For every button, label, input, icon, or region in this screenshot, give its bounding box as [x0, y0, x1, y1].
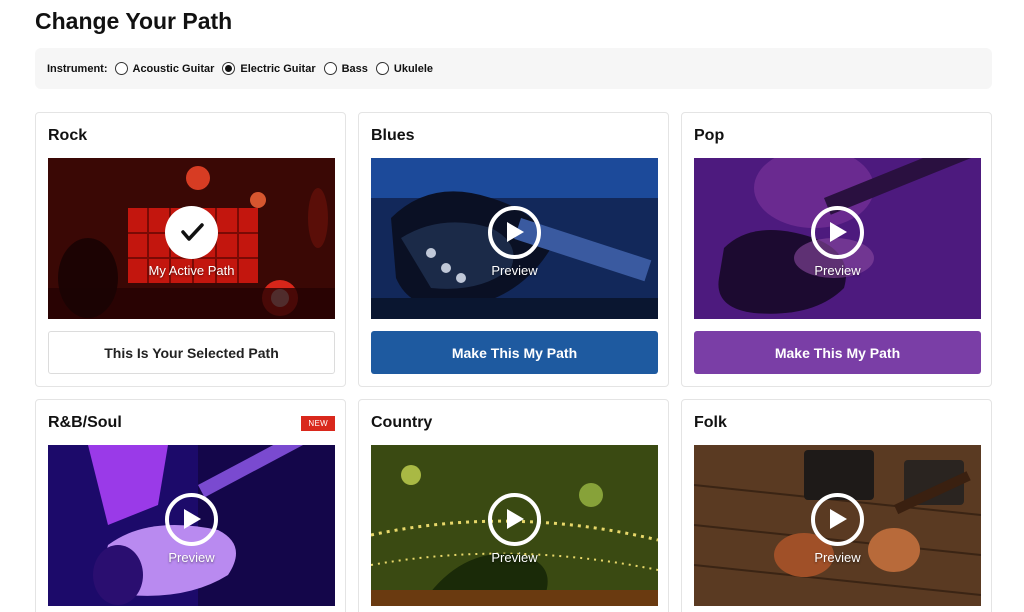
instrument-selector: Instrument: Acoustic Guitar Electric Gui…: [35, 48, 992, 89]
card-title: Rock: [48, 127, 88, 144]
new-badge: NEW: [301, 416, 335, 431]
path-card-rnb-soul: R&B/Soul NEW Preview: [35, 399, 346, 612]
card-thumbnail: My Active Path: [48, 158, 335, 319]
thumbnail-caption: Preview: [814, 549, 861, 565]
radio-button[interactable]: [114, 62, 128, 75]
play-icon: [488, 205, 541, 259]
path-card-folk: Folk Preview: [681, 399, 992, 612]
radio-button[interactable]: [375, 62, 389, 75]
thumbnail-caption: My Active Path: [148, 262, 235, 278]
instrument-option-bass[interactable]: Bass: [323, 62, 368, 75]
preview-video-button[interactable]: Preview: [694, 158, 981, 319]
play-icon: [488, 492, 541, 546]
instrument-label: Instrument:: [47, 62, 108, 75]
thumbnail-caption: Preview: [491, 549, 538, 565]
active-path-indicator[interactable]: My Active Path: [48, 158, 335, 319]
path-card-country: Country Preview: [358, 399, 669, 612]
selected-path-button[interactable]: This Is Your Selected Path: [48, 331, 335, 374]
path-card-blues: Blues Preview Make This My Path: [358, 112, 669, 387]
instrument-option-electric-guitar[interactable]: Electric Guitar: [222, 62, 316, 75]
card-thumbnail: Preview: [371, 158, 658, 319]
play-icon: [811, 492, 864, 546]
thumbnail-caption: Preview: [168, 549, 215, 565]
instrument-option-acoustic-guitar[interactable]: Acoustic Guitar: [114, 62, 215, 75]
instrument-option-label: Bass: [341, 62, 368, 75]
path-card-pop: Pop Preview Make This My Path: [681, 112, 992, 387]
card-title: Pop: [694, 127, 725, 144]
preview-video-button[interactable]: Preview: [371, 158, 658, 319]
preview-video-button[interactable]: Preview: [694, 445, 981, 606]
play-icon: [811, 205, 864, 259]
card-title: Country: [371, 414, 433, 431]
thumbnail-caption: Preview: [814, 262, 861, 278]
preview-video-button[interactable]: Preview: [371, 445, 658, 606]
page-title: Change Your Path: [35, 8, 233, 34]
instrument-option-ukulele[interactable]: Ukulele: [375, 62, 434, 75]
path-card-rock: Rock My Active Path This Is Your Selecte…: [35, 112, 346, 387]
make-this-my-path-button[interactable]: Make This My Path: [694, 331, 981, 374]
card-thumbnail: Preview: [371, 445, 658, 606]
make-this-my-path-button[interactable]: Make This My Path: [371, 331, 658, 374]
card-thumbnail: Preview: [694, 158, 981, 319]
instrument-option-label: Ukulele: [393, 62, 434, 75]
preview-video-button[interactable]: Preview: [48, 445, 335, 606]
card-title: Blues: [371, 127, 415, 144]
checkmark-icon: [165, 205, 218, 259]
instrument-option-label: Electric Guitar: [240, 62, 316, 75]
instrument-option-label: Acoustic Guitar: [132, 62, 215, 75]
thumbnail-caption: Preview: [491, 262, 538, 278]
card-thumbnail: Preview: [694, 445, 981, 606]
radio-button[interactable]: [323, 62, 337, 75]
card-title: R&B/Soul: [48, 414, 122, 431]
card-title: Folk: [694, 414, 727, 431]
play-icon: [165, 492, 218, 546]
radio-button-checked[interactable]: [222, 62, 236, 75]
card-thumbnail: Preview: [48, 445, 335, 606]
